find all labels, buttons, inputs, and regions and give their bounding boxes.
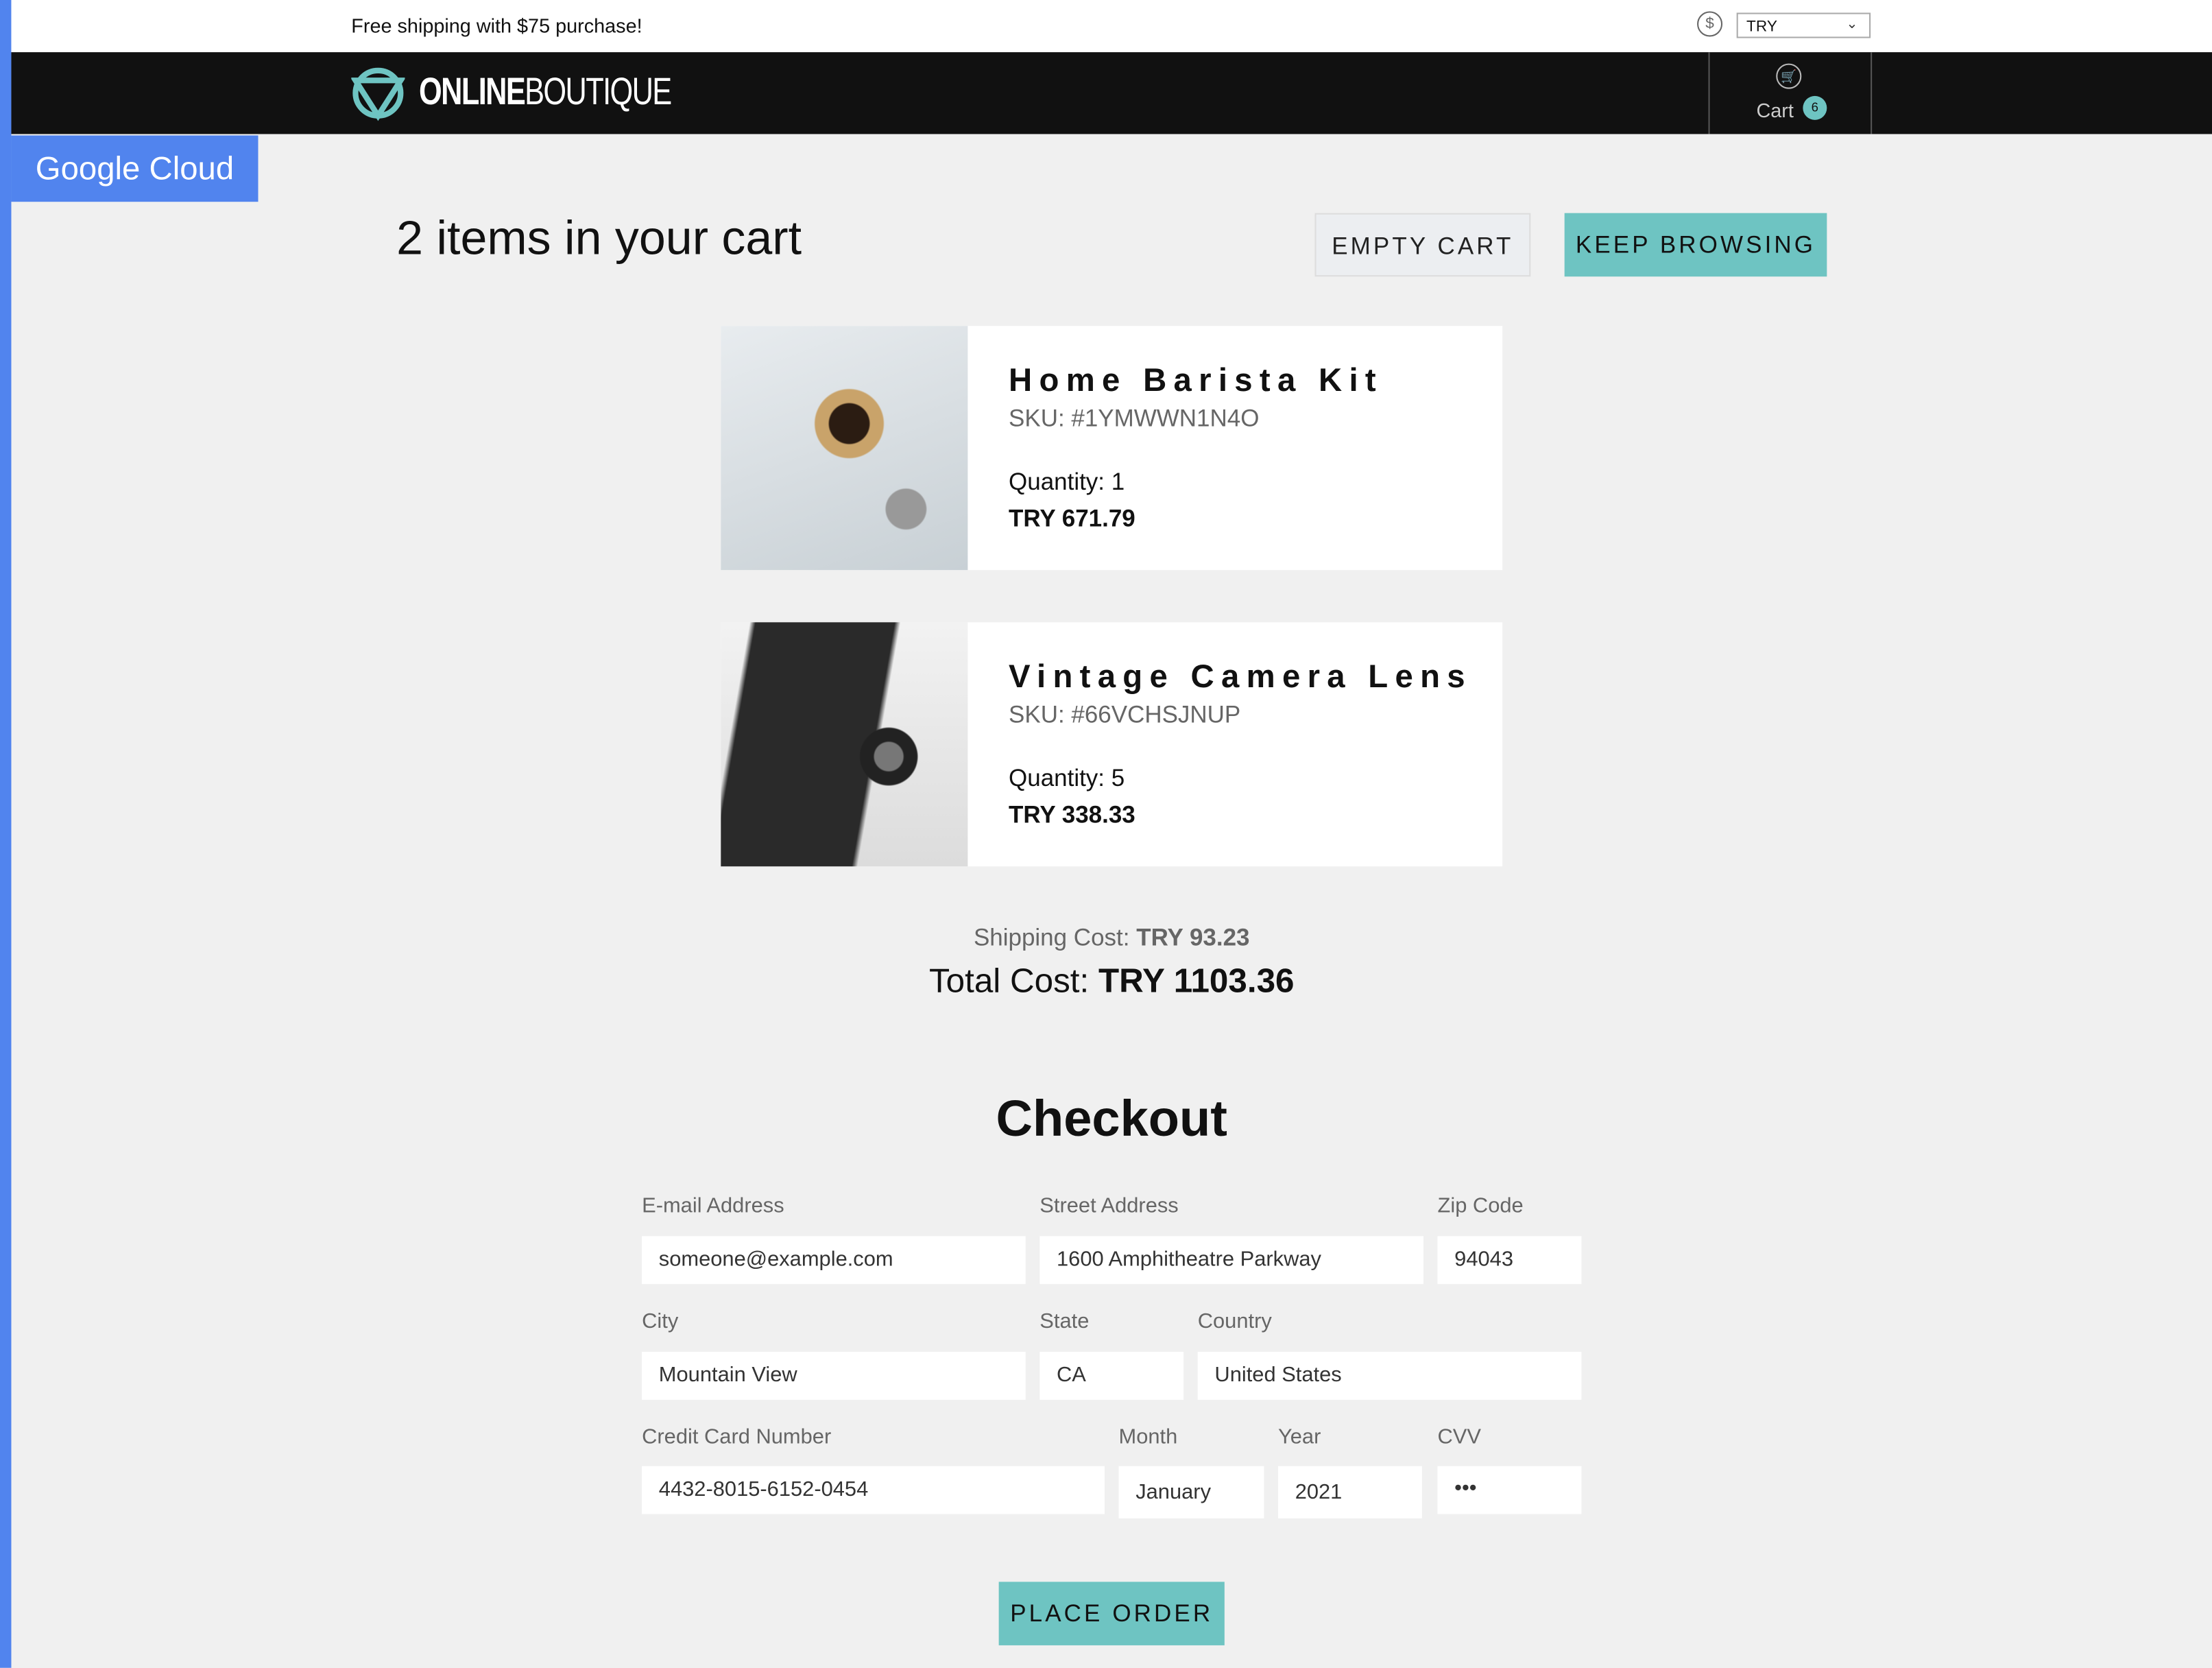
cart-item: Vintage Camera Lens SKU: #66VCHSJNUP Qua…	[721, 622, 1503, 867]
state-field[interactable]	[1039, 1351, 1184, 1400]
cart-link[interactable]: 🛒 Cart 6	[1708, 52, 1873, 134]
product-quantity: Quantity: 1	[1009, 468, 1125, 496]
country-label: Country	[1197, 1309, 1272, 1334]
left-accent-stripe	[0, 0, 12, 1668]
total-cost: Total Cost: TRY 1103.36	[928, 962, 1295, 1001]
product-image-camera-lens[interactable]	[721, 622, 968, 867]
country-field[interactable]	[1197, 1351, 1582, 1400]
google-cloud-badge: Google Cloud	[11, 135, 259, 202]
product-sku: SKU: #66VCHSJNUP	[1009, 701, 1241, 728]
keep-browsing-button[interactable]: KEEP BROWSING	[1564, 213, 1827, 277]
zip-code-field[interactable]	[1437, 1236, 1582, 1285]
email-field[interactable]	[642, 1236, 1026, 1285]
cvv-field[interactable]: •••	[1437, 1466, 1582, 1514]
product-name[interactable]: Vintage Camera Lens	[1009, 658, 1472, 696]
product-image-barista-kit[interactable]	[721, 326, 968, 571]
zip-label: Zip Code	[1437, 1193, 1524, 1218]
cart-count-badge: 6	[1803, 95, 1827, 120]
checkout-title: Checkout	[996, 1089, 1227, 1147]
state-label: State	[1039, 1309, 1090, 1334]
credit-card-field[interactable]	[642, 1466, 1105, 1514]
month-select[interactable]: January	[1118, 1466, 1264, 1518]
cart-item: Home Barista Kit SKU: #1YMWWN1N4O Quanti…	[721, 326, 1503, 571]
street-address-field[interactable]	[1039, 1236, 1423, 1285]
promo-text: Free shipping with $75 purchase!	[351, 14, 642, 37]
cart-label: Cart	[1756, 99, 1794, 121]
city-field[interactable]	[642, 1351, 1026, 1400]
street-label: Street Address	[1039, 1193, 1179, 1218]
page: Free shipping with $75 purchase! $ TRY ⌄ …	[0, 0, 2212, 1668]
card-number-label: Credit Card Number	[642, 1425, 832, 1449]
empty-cart-button[interactable]: EMPTY CART	[1314, 213, 1531, 277]
dollar-circle-icon: $	[1697, 11, 1723, 37]
year-select[interactable]: 2021	[1278, 1466, 1422, 1518]
product-name[interactable]: Home Barista Kit	[1009, 361, 1383, 400]
top-bar	[11, 0, 2212, 53]
logo-icon[interactable]	[351, 65, 405, 121]
product-quantity: Quantity: 5	[1009, 765, 1125, 792]
email-label: E-mail Address	[642, 1193, 784, 1218]
place-order-button[interactable]: PLACE ORDER	[998, 1582, 1225, 1645]
year-label: Year	[1278, 1425, 1321, 1449]
cart-title: 2 items in your cart	[396, 211, 802, 265]
city-label: City	[642, 1309, 679, 1334]
currency-value: TRY	[1746, 18, 1777, 36]
cvv-label: CVV	[1437, 1425, 1481, 1449]
currency-select[interactable]: TRY ⌄	[1736, 12, 1871, 38]
month-label: Month	[1118, 1425, 1178, 1449]
shipping-cost: Shipping Cost: TRY 93.23	[973, 924, 1250, 951]
product-price: TRY 671.79	[1009, 505, 1135, 532]
logo-text[interactable]: ONLINEBOUTIQUE	[419, 71, 672, 115]
product-price: TRY 338.33	[1009, 801, 1135, 829]
site-header	[11, 52, 2212, 134]
chevron-down-icon: ⌄	[1846, 16, 1858, 33]
product-sku: SKU: #1YMWWN1N4O	[1009, 405, 1260, 432]
cart-icon: 🛒	[1776, 63, 1802, 89]
